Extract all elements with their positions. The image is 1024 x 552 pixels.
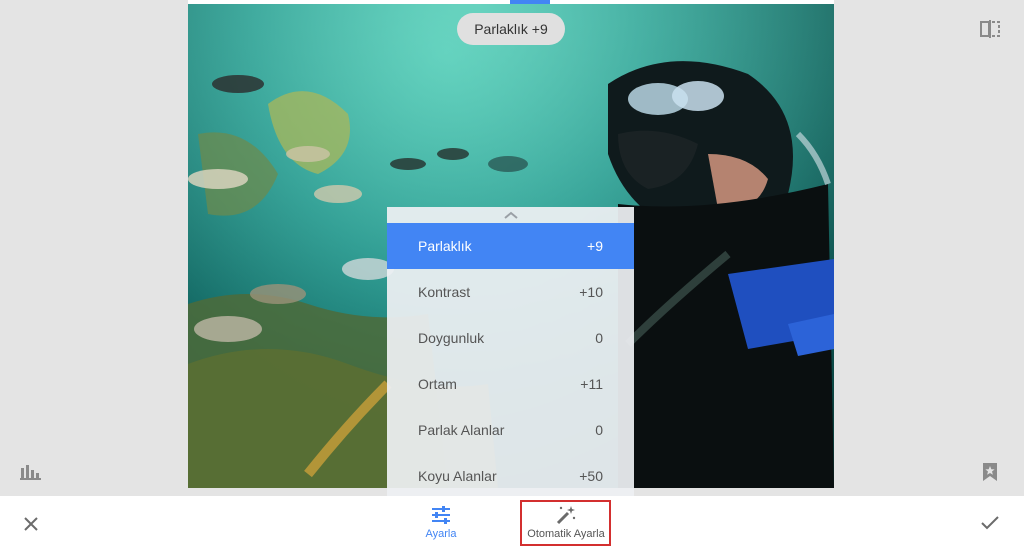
- histogram-button[interactable]: [20, 464, 42, 485]
- adjust-row-highlights[interactable]: Parlak Alanlar 0: [387, 407, 634, 453]
- compare-button[interactable]: [980, 20, 1000, 43]
- bookmark-button[interactable]: [982, 462, 998, 487]
- adjust-row-value: +10: [579, 284, 603, 300]
- chevron-up-icon: [504, 211, 518, 219]
- value-pill: Parlaklık +9: [457, 13, 565, 45]
- bottom-toolbar: Ayarla Otomatik Ayarla: [0, 496, 1024, 552]
- adjust-row-value: 0: [595, 330, 603, 346]
- compare-icon: [980, 20, 1000, 38]
- adjust-row-shadows[interactable]: Koyu Alanlar +50: [387, 453, 634, 497]
- checkmark-icon: [981, 516, 999, 530]
- panel-expand-handle[interactable]: [387, 207, 634, 223]
- adjust-row-label: Parlaklık: [418, 238, 472, 254]
- adjustments-panel: Parlaklık +9 Kontrast +10 Doygunluk 0 Or…: [387, 207, 634, 497]
- histogram-icon: [20, 465, 41, 480]
- adjust-row-label: Parlak Alanlar: [418, 422, 505, 438]
- adjust-tool-button[interactable]: Ayarla: [421, 505, 461, 540]
- sliders-icon: [432, 506, 450, 524]
- apply-button[interactable]: [980, 515, 1000, 531]
- adjust-row-value: 0: [595, 422, 603, 438]
- close-icon: [24, 517, 38, 531]
- adjust-row-label: Doygunluk: [418, 330, 485, 346]
- adjust-row-value: +50: [579, 468, 603, 484]
- auto-adjust-highlight-box: [520, 500, 611, 546]
- adjust-row-label: Ortam: [418, 376, 457, 392]
- adjust-row-label: Kontrast: [418, 284, 471, 300]
- adjust-row-value: +11: [580, 376, 603, 392]
- adjust-row-ambiance[interactable]: Ortam +11: [387, 361, 634, 407]
- adjust-row-brightness[interactable]: Parlaklık +9: [387, 223, 634, 269]
- adjust-row-label: Koyu Alanlar: [418, 468, 497, 484]
- bookmark-star-icon: [983, 463, 997, 481]
- cancel-button[interactable]: [22, 515, 40, 533]
- adjust-row-saturation[interactable]: Doygunluk 0: [387, 315, 634, 361]
- adjust-row-value: +9: [587, 238, 603, 254]
- adjust-row-contrast[interactable]: Kontrast +10: [387, 269, 634, 315]
- adjust-tool-label: Ayarla: [425, 528, 457, 540]
